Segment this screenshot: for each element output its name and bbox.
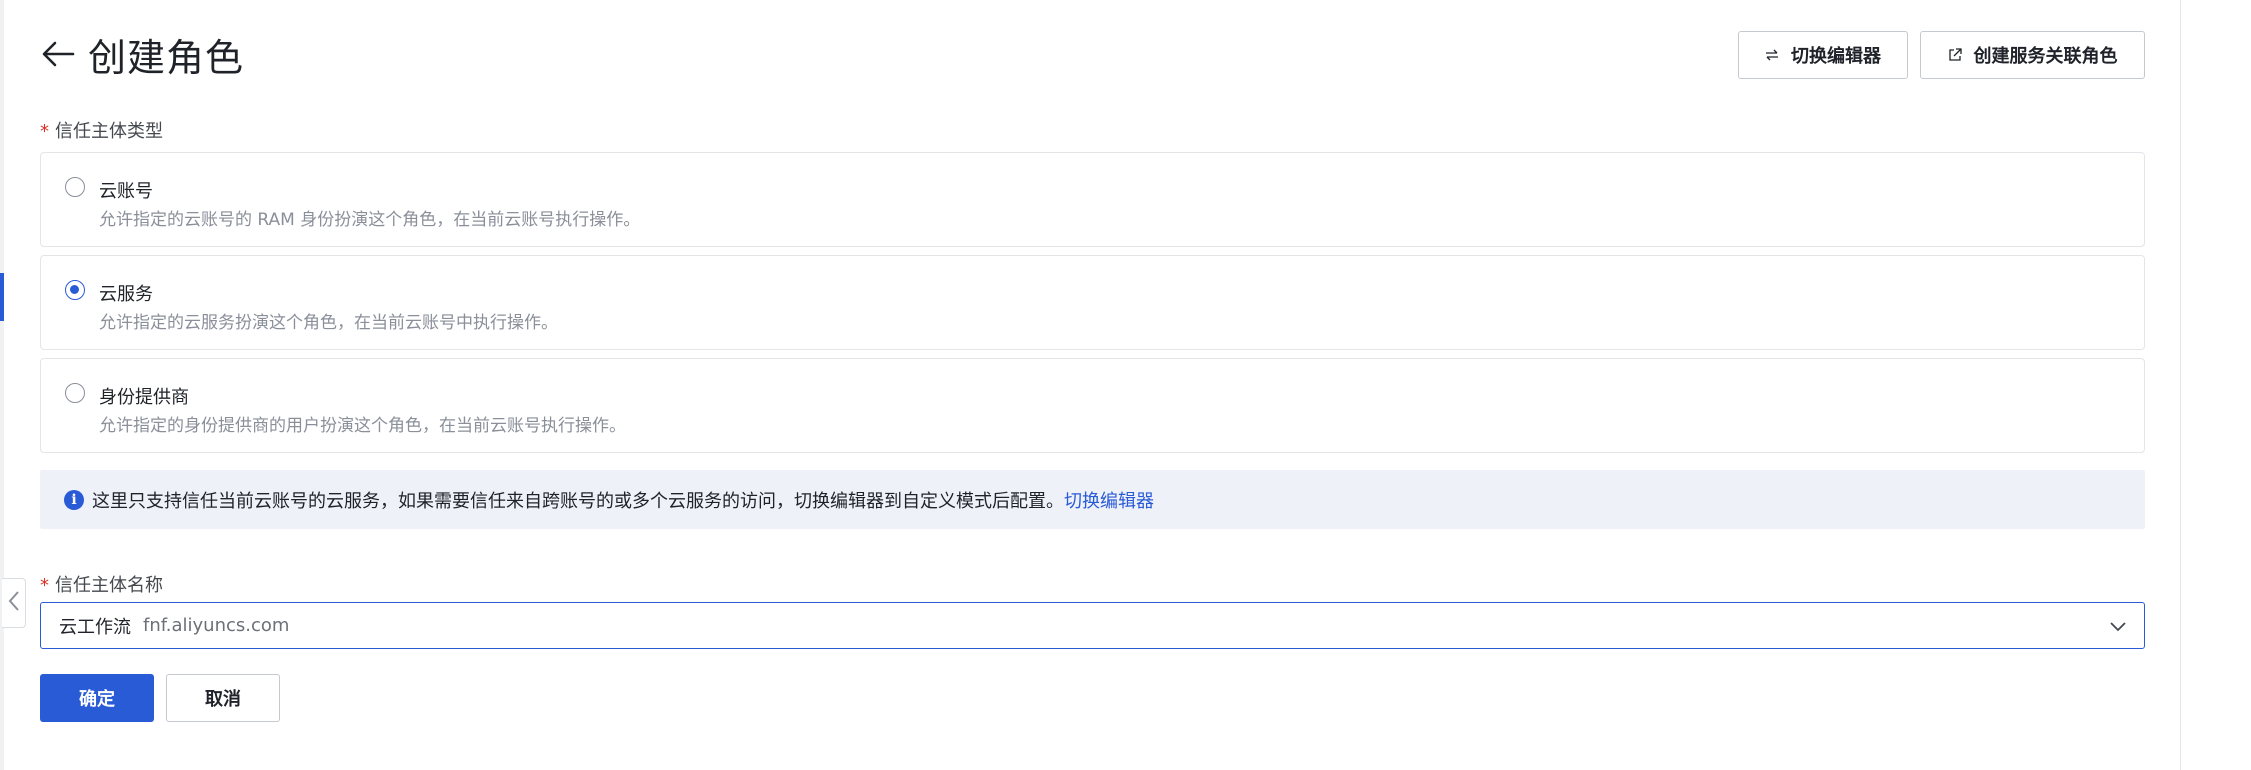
right-panel-border [2180, 0, 2181, 770]
radio-button[interactable] [65, 177, 85, 197]
left-nav-active-indicator [0, 273, 4, 321]
external-link-icon [1948, 48, 1962, 62]
radio-button[interactable] [65, 383, 85, 403]
confirm-button[interactable]: 确定 [40, 674, 154, 722]
create-service-role-button[interactable]: 创建服务关联角色 [1920, 31, 2145, 79]
radio-option-description: 允许指定的云服务扮演这个角色，在当前云账号中执行操作。 [99, 313, 558, 333]
notice-box: i 这里只支持信任当前云账号的云服务，如果需要信任来自跨账号的或多个云服务的访问… [40, 470, 2145, 529]
trust-type-label-text: 信任主体类型 [55, 121, 163, 142]
notice-text: 这里只支持信任当前云账号的云服务，如果需要信任来自跨账号的或多个云服务的访问，切… [92, 490, 1064, 512]
radio-option-description: 允许指定的云账号的 RAM 身份扮演这个角色，在当前云账号执行操作。 [99, 210, 641, 230]
radio-option-title: 身份提供商 [99, 387, 189, 408]
chevron-down-icon [2108, 616, 2128, 641]
cancel-button[interactable]: 取消 [166, 674, 280, 722]
info-icon: i [64, 489, 84, 510]
switch-editor-button[interactable]: 切换编辑器 [1738, 31, 1908, 79]
left-nav-border [0, 0, 4, 770]
arrow-left-icon[interactable] [40, 36, 76, 72]
switch-editor-label: 切换编辑器 [1791, 46, 1881, 67]
page-header: 创建角色 [40, 28, 244, 80]
trust-name-label-text: 信任主体名称 [55, 575, 163, 596]
required-mark: * [40, 121, 49, 142]
collapse-sidebar-button[interactable] [2, 578, 26, 628]
trust-type-label: * 信任主体类型 [40, 117, 163, 143]
radio-option-description: 允许指定的身份提供商的用户扮演这个角色，在当前云账号执行操作。 [99, 416, 626, 436]
radio-option-title: 云账号 [99, 181, 153, 202]
radio-option-identity-provider[interactable]: 身份提供商 允许指定的身份提供商的用户扮演这个角色，在当前云账号执行操作。 [40, 358, 2145, 453]
radio-button-checked[interactable] [65, 280, 85, 300]
chevron-left-icon [8, 590, 20, 616]
required-mark: * [40, 575, 49, 596]
swap-arrows-icon [1765, 49, 1779, 61]
radio-option-title: 云服务 [99, 284, 153, 305]
trust-name-label: * 信任主体名称 [40, 571, 163, 597]
switch-editor-link[interactable]: 切换编辑器 [1064, 487, 1154, 513]
create-service-role-label: 创建服务关联角色 [1973, 46, 2118, 67]
page-title: 创建角色 [88, 35, 245, 80]
trust-name-select[interactable]: 云工作流 fnf.aliyuncs.com [40, 602, 2145, 649]
selected-service-domain: fnf.aliyuncs.com [143, 615, 290, 636]
radio-option-cloud-service[interactable]: 云服务 允许指定的云服务扮演这个角色，在当前云账号中执行操作。 [40, 255, 2145, 350]
radio-option-cloud-account[interactable]: 云账号 允许指定的云账号的 RAM 身份扮演这个角色，在当前云账号执行操作。 [40, 152, 2145, 247]
selected-service-name: 云工作流 [59, 616, 131, 638]
